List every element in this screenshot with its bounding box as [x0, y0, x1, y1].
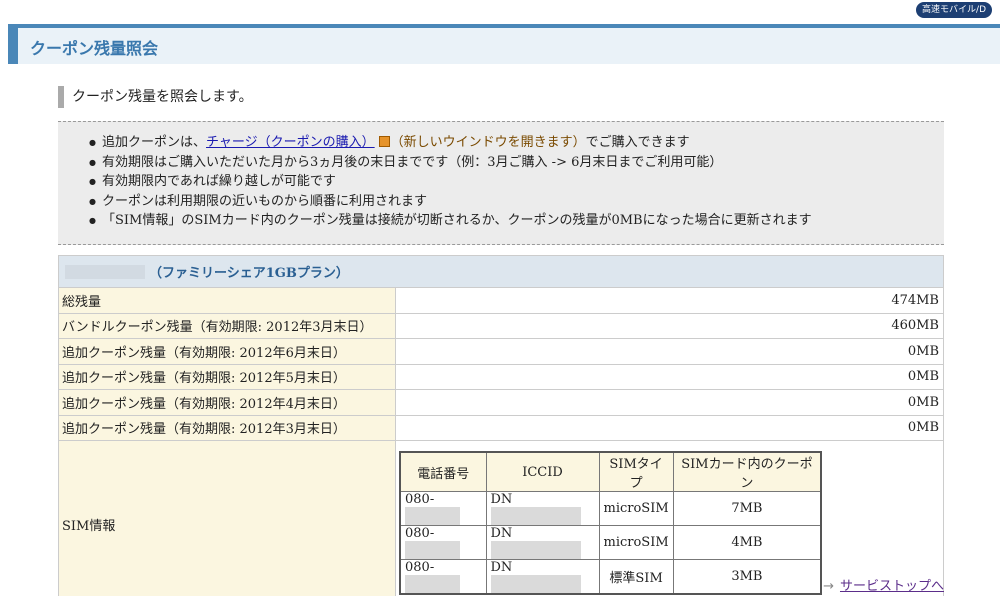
- row-value: 0MB: [395, 338, 944, 365]
- service-badge[interactable]: 高速モバイル/D: [916, 2, 992, 18]
- notes-box: 追加クーポンは、チャージ（クーポンの購入） （新しいウインドウを開きます）でご購入…: [58, 121, 944, 245]
- row-value: 0MB: [395, 389, 944, 416]
- coupon-table: （ファミリーシェア1GBプラン） 総残量 474MB バンドルクーポン残量（有効期…: [58, 255, 944, 596]
- table-row: 追加クーポン残量（有効期限: 2012年3月末日） 0MB: [58, 414, 944, 441]
- notes-list: 追加クーポンは、チャージ（クーポンの購入） （新しいウインドウを開きます）でご購入…: [89, 133, 944, 231]
- sim-table: 電話番号 ICCID SIMタイプ SIMカード内のクーポン 080- DN m…: [399, 451, 823, 595]
- table-row: 追加クーポン残量（有効期限: 2012年4月末日） 0MB: [58, 389, 944, 416]
- sim-coupon: 3MB: [672, 559, 822, 595]
- redacted-iccid: [490, 541, 581, 559]
- table-row: バンドルクーポン残量（有効期限: 2012年3月末日） 460MB: [58, 312, 944, 339]
- row-label: バンドルクーポン残量（有効期限: 2012年3月末日）: [58, 312, 396, 339]
- note-item: 有効期限内であれば繰り越しが可能です: [89, 172, 944, 192]
- note-item: クーポンは利用期限の近いものから順番に利用されます: [89, 192, 944, 212]
- sim-header-row: 電話番号 ICCID SIMタイプ SIMカード内のクーポン: [399, 451, 822, 492]
- iccid-prefix: DN: [490, 526, 513, 541]
- sim-header-phone: 電話番号: [399, 451, 487, 492]
- plan-name: （ファミリーシェア1GBプラン）: [149, 266, 349, 281]
- table-row: 総残量 474MB: [58, 287, 944, 314]
- sim-cell: 電話番号 ICCID SIMタイプ SIMカード内のクーポン 080- DN m…: [395, 440, 944, 596]
- arrow-right-icon: →: [823, 579, 834, 594]
- sim-phone: 080-: [399, 525, 487, 560]
- intro-text: クーポン残量を照会します。: [58, 86, 253, 108]
- sim-header-type: SIMタイプ: [598, 451, 674, 492]
- iccid-prefix: DN: [490, 560, 513, 575]
- plan-row: （ファミリーシェア1GBプラン）: [58, 255, 944, 288]
- service-top-link-wrap: → サービストップへ: [823, 575, 944, 594]
- sim-header-iccid: ICCID: [485, 451, 600, 492]
- note-item: 有効期限はご購入いただいた月から3ヵ月後の末日までです（例：3月ご購入 -> 6…: [89, 153, 944, 173]
- sim-coupon: 4MB: [672, 525, 822, 560]
- redacted-phone: [405, 541, 460, 559]
- new-window-icon: [378, 136, 390, 147]
- row-label: 追加クーポン残量（有効期限: 2012年6月末日）: [58, 338, 396, 365]
- redacted-phone: [405, 575, 460, 593]
- sim-label: SIM情報: [58, 440, 396, 596]
- redacted-iccid: [490, 507, 581, 525]
- note-text: 追加クーポンは、: [102, 135, 207, 150]
- note-item: 「SIM情報」のSIMカード内のクーポン残量は接続が切断されるか、クーポンの残量…: [89, 211, 944, 231]
- charge-link[interactable]: チャージ（クーポンの購入）: [206, 135, 375, 150]
- new-window-note: （新しいウインドウを開きます）: [390, 135, 586, 150]
- service-top-link[interactable]: サービストップへ: [840, 579, 944, 594]
- phone-prefix: 080-: [405, 492, 435, 507]
- sim-header-coupon: SIMカード内のクーポン: [672, 451, 822, 492]
- redacted-iccid: [490, 575, 581, 593]
- sim-iccid: DN: [485, 559, 600, 595]
- sim-iccid: DN: [485, 525, 600, 560]
- sim-data-row: 080- DN microSIM 4MB: [399, 525, 822, 560]
- page-title: クーポン残量照会: [30, 39, 159, 58]
- row-label: 総残量: [58, 287, 396, 314]
- sim-data-row: 080- DN microSIM 7MB: [399, 491, 822, 526]
- iccid-prefix: DN: [490, 492, 513, 507]
- table-row: 追加クーポン残量（有効期限: 2012年6月末日） 0MB: [58, 338, 944, 365]
- row-label: 追加クーポン残量（有効期限: 2012年5月末日）: [58, 363, 396, 390]
- sim-row: SIM情報 電話番号 ICCID SIMタイプ SIMカード内のクーポン 080…: [58, 440, 944, 596]
- row-label: 追加クーポン残量（有効期限: 2012年3月末日）: [58, 414, 396, 441]
- sim-phone: 080-: [399, 559, 487, 595]
- sim-type: 標準SIM: [598, 559, 674, 595]
- row-value: 460MB: [395, 312, 944, 339]
- row-value: 0MB: [395, 363, 944, 390]
- phone-prefix: 080-: [405, 526, 435, 541]
- sim-iccid: DN: [485, 491, 600, 526]
- table-row: 追加クーポン残量（有効期限: 2012年5月末日） 0MB: [58, 363, 944, 390]
- sim-coupon: 7MB: [672, 491, 822, 526]
- row-label: 追加クーポン残量（有効期限: 2012年4月末日）: [58, 389, 396, 416]
- sim-phone: 080-: [399, 491, 487, 526]
- sim-type: microSIM: [598, 491, 674, 526]
- sim-data-row: 080- DN 標準SIM 3MB: [399, 559, 822, 595]
- plan-cell: （ファミリーシェア1GBプラン）: [58, 255, 944, 288]
- note-item: 追加クーポンは、チャージ（クーポンの購入） （新しいウインドウを開きます）でご購入…: [89, 133, 944, 153]
- sim-type: microSIM: [598, 525, 674, 560]
- title-bar: クーポン残量照会: [8, 28, 1000, 64]
- row-value: 0MB: [395, 414, 944, 441]
- note-text: でご購入できます: [585, 135, 690, 150]
- row-value: 474MB: [395, 287, 944, 314]
- redacted-phone: [405, 507, 460, 525]
- phone-prefix: 080-: [405, 560, 435, 575]
- title-accent: [8, 28, 18, 64]
- redacted-id: [65, 265, 145, 279]
